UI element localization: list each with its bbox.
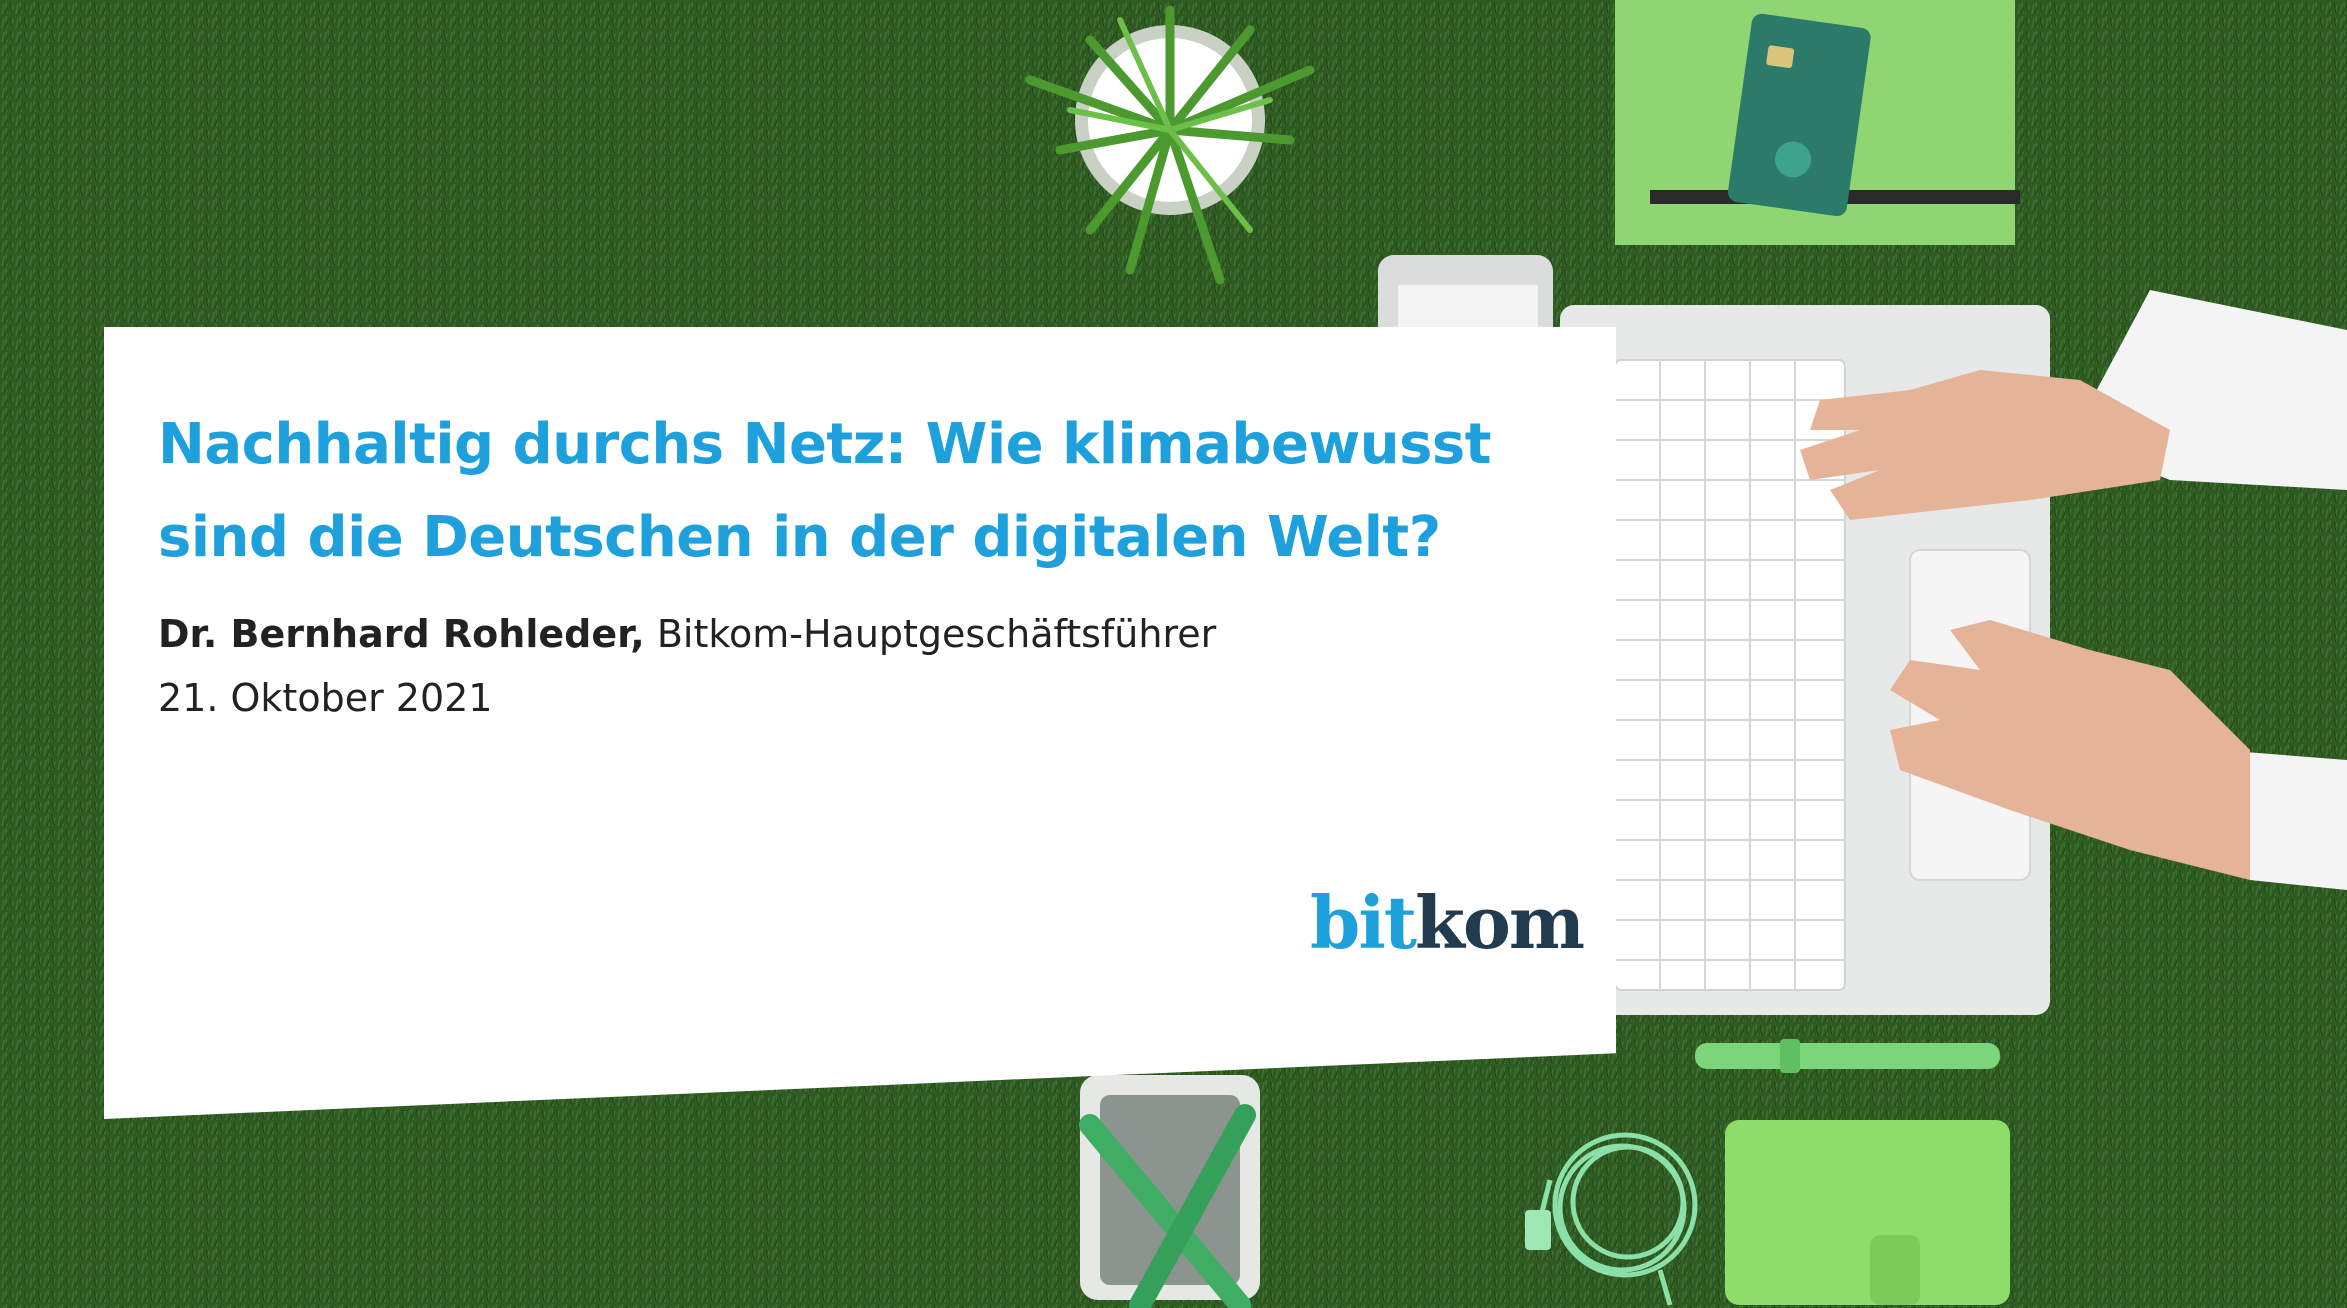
- cable-icon: [1525, 1132, 1698, 1306]
- logo-part-bit: bit: [1310, 880, 1417, 965]
- phone-case-icon: [1725, 1120, 2010, 1305]
- pen-holder-icon: [1079, 1075, 1260, 1308]
- notebook-icon: [1615, 0, 2020, 245]
- presentation-date: 21. Oktober 2021: [158, 676, 493, 720]
- slide: Nachhaltig durchs Netz: Wie klimabewusst…: [0, 0, 2347, 1308]
- bitkom-logo: bitkom: [1310, 880, 1585, 965]
- slide-title: Nachhaltig durchs Netz: Wie klimabewusst…: [158, 412, 1492, 570]
- speaker-role: Bitkom-Hauptgeschäftsführer: [656, 612, 1217, 656]
- hands-icon: [1800, 290, 2347, 890]
- pen-icon: [1695, 1039, 2000, 1073]
- logo-part-kom: kom: [1414, 880, 1585, 965]
- speaker-name: Dr. Bernhard Rohleder,: [158, 612, 645, 656]
- speaker-line: Dr. Bernhard Rohleder, Bitkom-Hauptgesch…: [158, 612, 1216, 656]
- plant-icon: [1025, 5, 1315, 285]
